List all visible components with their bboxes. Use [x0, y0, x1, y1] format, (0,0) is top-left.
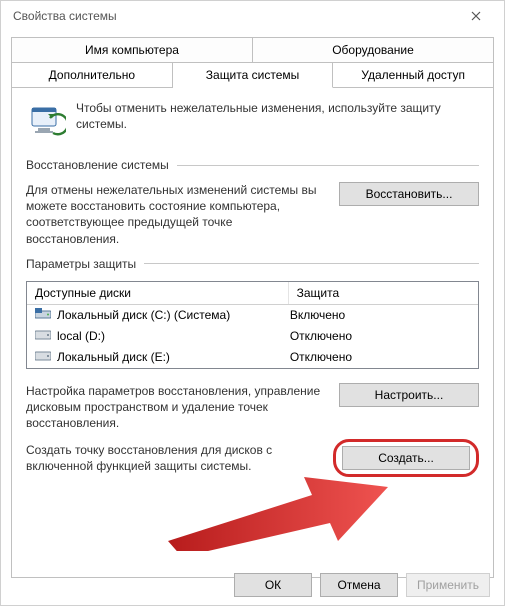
create-button[interactable]: Создать...: [342, 446, 470, 470]
restore-button[interactable]: Восстановить...: [339, 182, 479, 206]
drive-name: Локальный диск (E:): [57, 350, 170, 364]
cancel-button[interactable]: Отмена: [320, 573, 398, 597]
create-desc: Создать точку восстановления для дисков …: [26, 442, 317, 474]
hard-disk-icon: [35, 308, 51, 323]
drive-row[interactable]: Локальный диск (E:) Отключено: [27, 347, 478, 368]
ok-button[interactable]: ОК: [234, 573, 312, 597]
dialog-button-bar: ОК Отмена Применить: [234, 573, 490, 597]
configure-desc: Настройка параметров восстановления, упр…: [26, 383, 323, 432]
tab-computer-name[interactable]: Имя компьютера: [11, 37, 253, 62]
hard-disk-icon: [35, 350, 51, 365]
section-protection-title: Параметры защиты: [26, 257, 136, 271]
drive-row[interactable]: Локальный диск (C:) (Система) Включено: [27, 305, 478, 326]
intro-text: Чтобы отменить нежелательные изменения, …: [76, 100, 479, 132]
section-restore-title: Восстановление системы: [26, 158, 169, 172]
create-highlight: Создать...: [333, 439, 479, 477]
restore-desc: Для отмены нежелательных изменений систе…: [26, 182, 323, 247]
drive-protection-status: Отключено: [290, 329, 470, 343]
drive-name: local (D:): [57, 329, 105, 343]
tab-hardware[interactable]: Оборудование: [253, 37, 494, 62]
close-icon: [471, 11, 481, 21]
tab-system-protection[interactable]: Защита системы: [173, 62, 334, 88]
window-title: Свойства системы: [9, 9, 117, 23]
apply-button[interactable]: Применить: [406, 573, 490, 597]
drive-table: Доступные диски Защита Локальный диск (C…: [26, 281, 479, 369]
protection-icon: [26, 100, 66, 140]
close-button[interactable]: [456, 2, 496, 30]
tab-panel-system-protection: Чтобы отменить нежелательные изменения, …: [11, 88, 494, 578]
titlebar[interactable]: Свойства системы: [1, 1, 504, 31]
hard-disk-icon: [35, 329, 51, 344]
drive-name: Локальный диск (C:) (Система): [57, 308, 230, 322]
drive-protection-status: Отключено: [290, 350, 470, 364]
col-header-protection[interactable]: Защита: [289, 282, 478, 304]
tab-remote[interactable]: Удаленный доступ: [333, 62, 494, 88]
drive-protection-status: Включено: [290, 308, 470, 322]
tab-advanced[interactable]: Дополнительно: [11, 62, 173, 88]
system-properties-window: Свойства системы Имя компьютера Оборудов…: [0, 0, 505, 606]
configure-button[interactable]: Настроить...: [339, 383, 479, 407]
drive-row[interactable]: local (D:) Отключено: [27, 326, 478, 347]
col-header-disk[interactable]: Доступные диски: [27, 282, 289, 304]
